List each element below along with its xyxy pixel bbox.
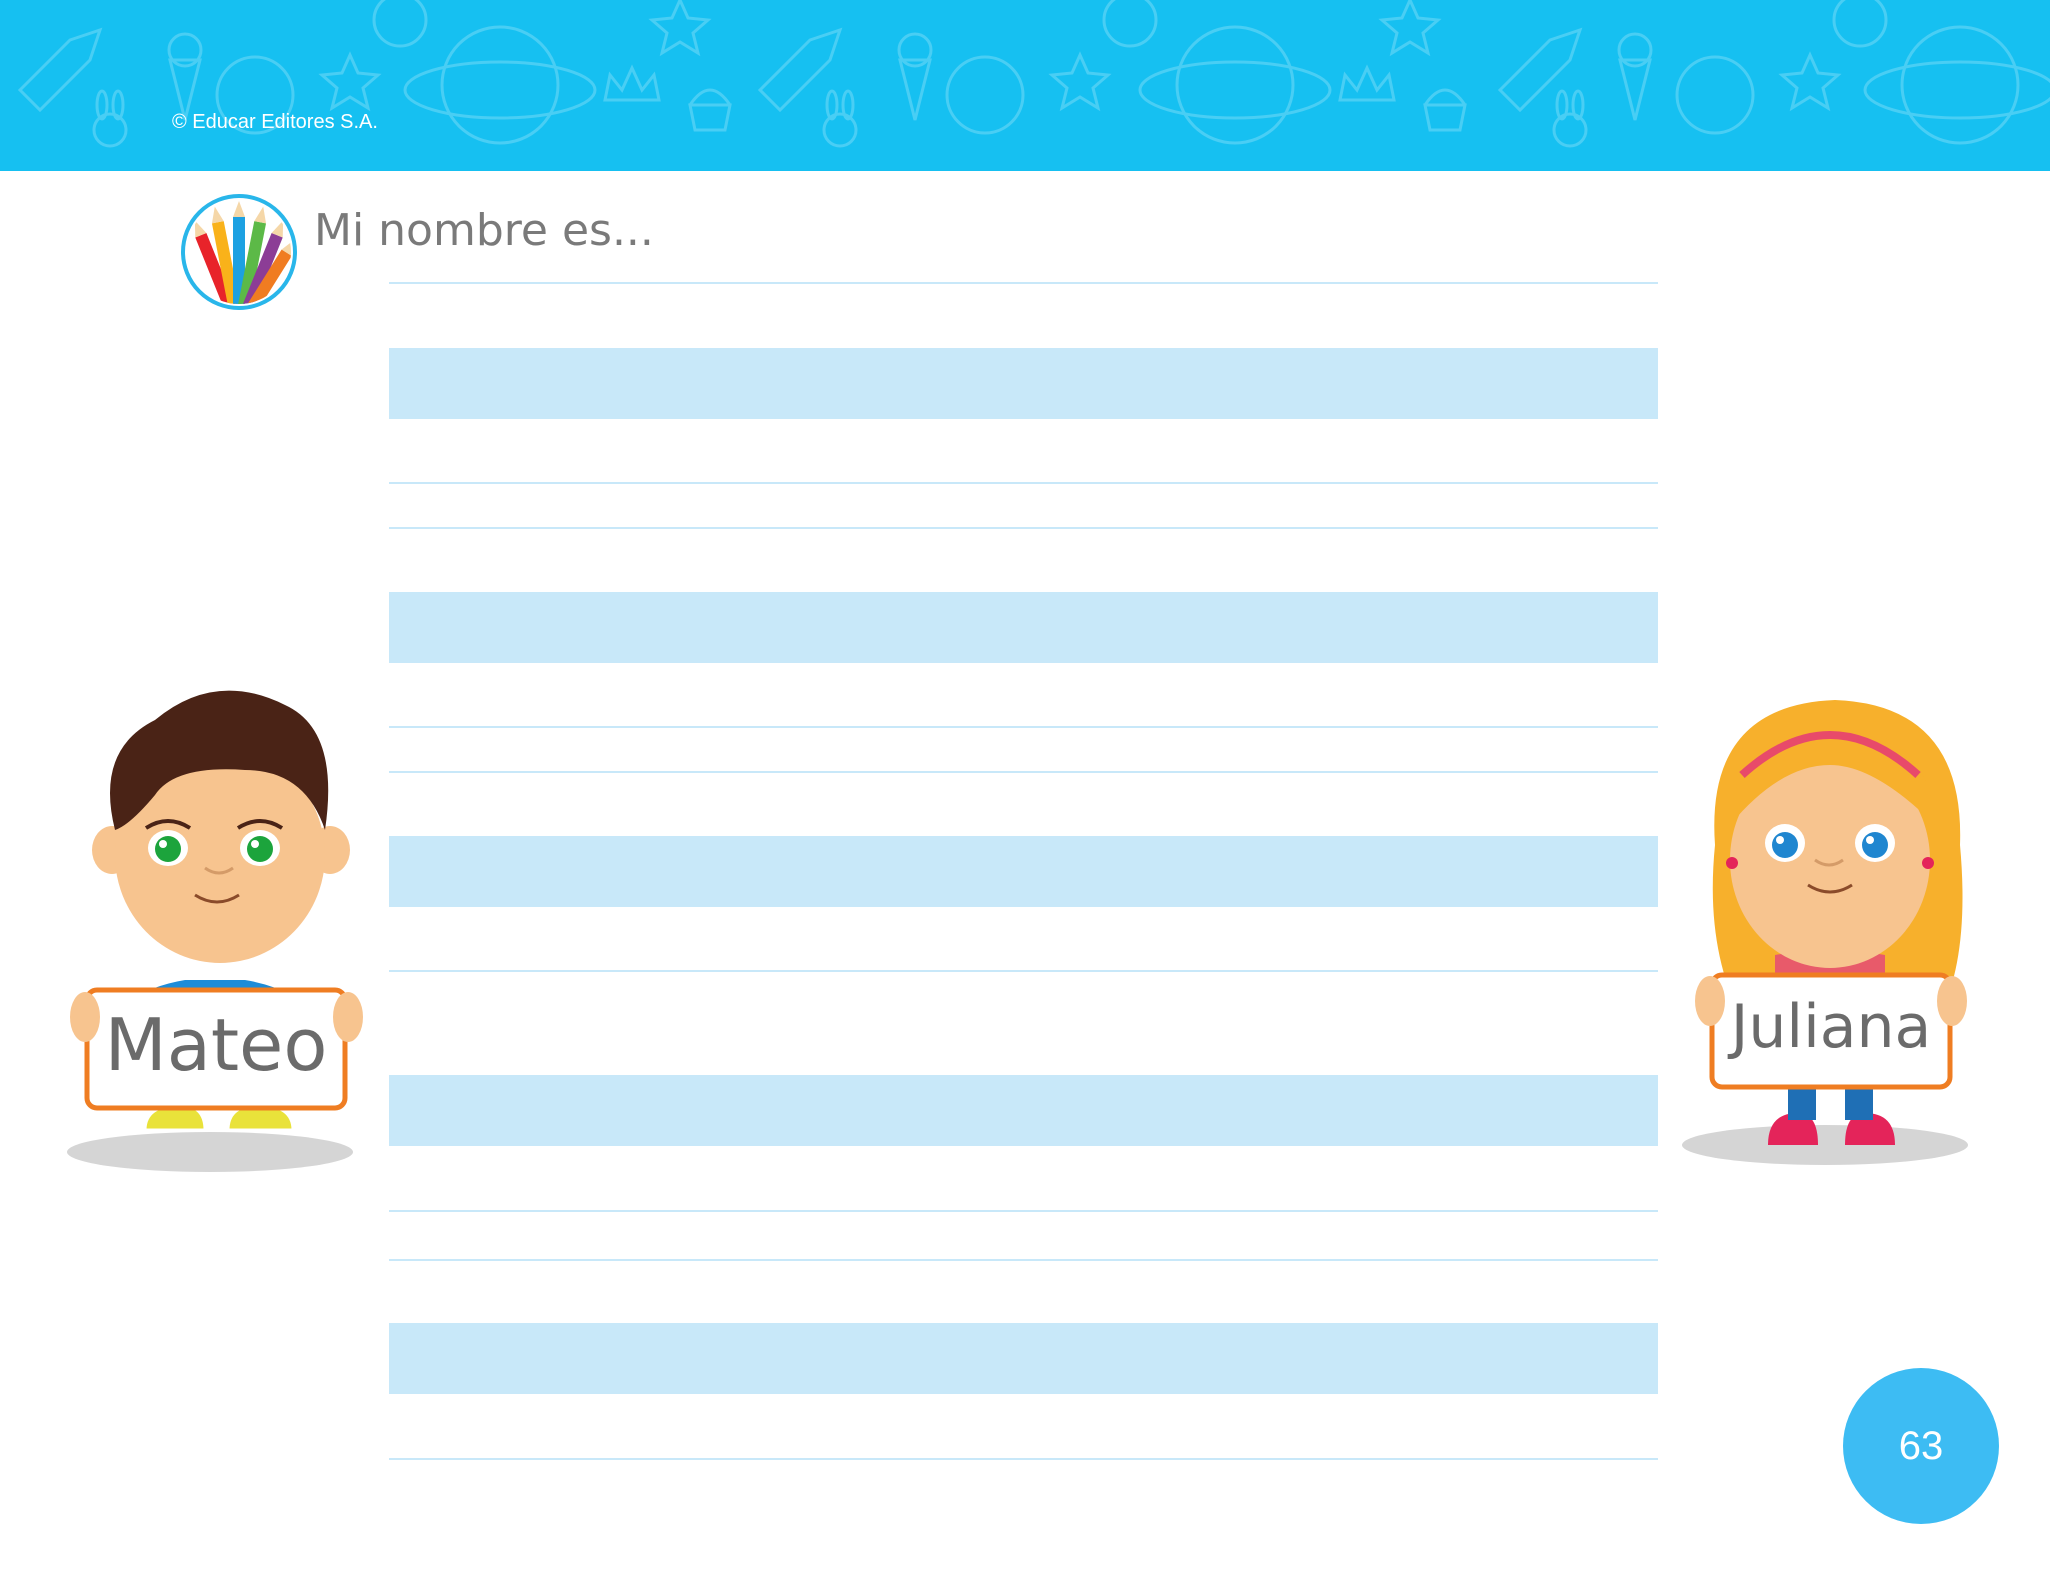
girl-character: Juliana: [1680, 695, 1980, 1170]
page-number: 63: [1898, 1424, 1944, 1468]
writing-band: [389, 836, 1658, 907]
boy-character: Mateo: [60, 690, 370, 1180]
page-number-badge: 63: [1843, 1368, 1999, 1524]
writing-band: [389, 1323, 1658, 1394]
writing-band: [389, 592, 1658, 663]
boy-name-sign: Mateo: [104, 1003, 328, 1087]
girl-name-sign: Juliana: [1730, 992, 1932, 1062]
writing-band: [389, 1075, 1658, 1146]
writing-band: [389, 348, 1658, 419]
